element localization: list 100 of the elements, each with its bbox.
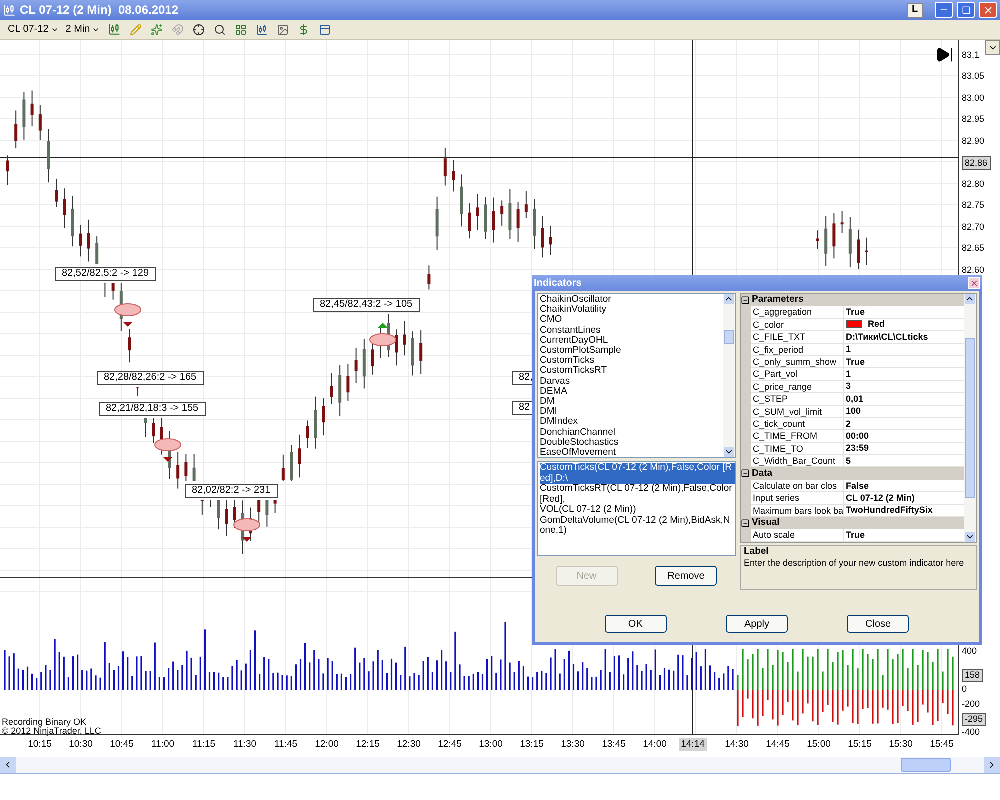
instrument-dropdown[interactable]: CL 07-12 [6,22,61,37]
property-value[interactable]: True [844,529,964,542]
restore-button[interactable] [957,2,975,18]
category-title: Visual [752,517,780,530]
property-name: C_fix_period [751,344,844,356]
indicator-item[interactable]: DMIndex [540,417,723,428]
candle [452,160,455,192]
indicator-item[interactable]: DMI [540,407,723,418]
candle [322,398,326,436]
dialog-button[interactable]: Apply [726,615,788,633]
candle [63,188,66,229]
property-name: C_only_summ_show [751,356,844,368]
pin-button[interactable]: L [907,2,923,18]
close-button[interactable] [979,2,997,18]
volume-label: 0 [962,684,968,695]
price-label: 83,00 [962,92,985,104]
property-name: C_color [751,318,844,332]
dialog-button[interactable]: OK [604,615,667,633]
volume-label: -200 [962,699,980,710]
minimize-button[interactable] [935,2,953,18]
restore-icon [962,6,970,14]
indicator-item[interactable]: Darvas [540,376,723,387]
candle [476,194,480,231]
indicator-item[interactable]: CustomPlotSample [540,346,723,356]
indicator-item[interactable]: CurrentDayOHL [540,336,723,346]
price-label: 82,95 [962,113,985,125]
close-icon [970,278,978,288]
indicator-item[interactable]: CMO [540,315,723,326]
vertical-scrollbar[interactable] [723,294,735,457]
indicator-item[interactable]: DonchianChannel [540,428,723,438]
property-value[interactable]: 100 [844,406,964,418]
candle [403,320,406,356]
indicator-item[interactable]: CustomTicksRT [540,366,723,377]
collapse-icon[interactable] [741,469,750,478]
candle [420,329,423,375]
candle [524,191,528,219]
interval-dropdown[interactable]: 2 Min [64,22,102,37]
scroll-down-icon[interactable] [965,532,975,542]
property-category[interactable]: Parameters [741,294,964,306]
axis-menu-button[interactable] [985,40,1000,55]
skip-to-end-icon[interactable] [936,46,954,64]
time-label: 14:00 [642,738,668,751]
time-label: 12:00 [314,738,340,751]
configured-indicator[interactable]: CustomTicksRT(CL 07-12 (2 Min),False,Color [Red], [540,484,735,505]
horizontal-scrollbar[interactable] [0,757,1000,774]
signal-ellipse [234,518,260,532]
candle [14,110,18,150]
configured-indicator[interactable]: VOL(CL 07-12 (2 Min)) [540,505,735,516]
property-category[interactable]: Visual [741,517,964,530]
volume-marker: 158 [962,669,984,682]
indicator-item[interactable]: ChaikinVolatility [540,305,723,316]
time-label: 13:45 [601,738,627,751]
scrollbar-thumb[interactable] [901,758,951,772]
time-label: 11:30 [232,738,258,751]
scrollbar-thumb[interactable] [724,330,734,344]
dialog-button[interactable]: Close [847,615,910,633]
indicator-item[interactable]: EaseOfMovement [540,448,723,458]
indicator-item[interactable]: ChaikinOscillator [540,295,723,306]
configured-indicator[interactable]: CustomTicks(CL 07-12 (2 Min),False,Color [Red],D:\ [540,463,735,484]
property-category[interactable]: Data [741,467,964,480]
indicator-item[interactable]: DoubleStochastics [540,438,723,448]
indicator-item[interactable]: ConstantLines [540,326,723,336]
list-action-button[interactable]: Remove [655,566,718,586]
candle [6,155,10,186]
price-annotation: 82,52/82,5:2 -> 129 [55,267,156,281]
scrollbar-thumb[interactable] [965,338,975,498]
candle [484,197,488,240]
candle [152,418,156,444]
configured-indicator[interactable]: GomDeltaVolume(CL 07-12 (2 Min),BidAsk,None,1) [540,516,735,536]
down-triangle-icon [242,537,252,542]
candle [290,444,293,482]
price-label: 82,65 [962,242,985,254]
indicator-item[interactable]: DEMA [540,386,723,398]
volume-label: -400 [962,727,980,738]
scroll-left-icon[interactable] [0,757,16,773]
vertical-scrollbar[interactable] [964,294,976,542]
scroll-up-icon[interactable] [965,294,975,304]
candle [47,128,50,184]
time-label: 13:30 [560,738,586,751]
scroll-up-icon[interactable] [724,294,734,304]
collapse-icon[interactable] [741,296,750,305]
collapse-icon[interactable] [741,518,750,528]
down-triangle-icon [163,457,173,462]
time-label: 12:15 [355,738,381,751]
down-triangle-icon [123,322,133,327]
price-annotation: 82,02/82:2 -> 231 [185,484,278,498]
app-icon [3,4,16,16]
candle [298,434,302,478]
close-button[interactable] [968,277,980,289]
candle [533,198,536,250]
indicator-item[interactable]: CustomTicks [540,356,723,366]
property-name: C_TIME_FROM [751,430,844,443]
property-value[interactable]: 1 [844,344,964,356]
candle [184,454,188,482]
indicator-item[interactable]: DM [540,397,723,408]
close-icon [982,4,994,16]
time-label: 10:45 [109,738,135,751]
property-value[interactable]: Red [844,318,964,332]
scroll-right-icon[interactable] [984,757,1000,773]
scroll-down-icon[interactable] [724,447,734,457]
